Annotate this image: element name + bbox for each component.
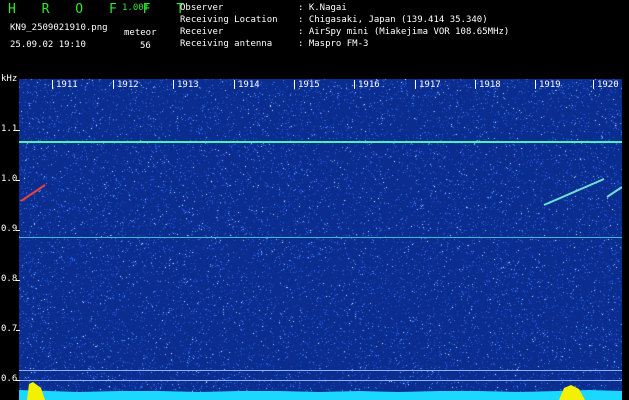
- y-tick-label: 0.8: [1, 274, 18, 284]
- x-tick-mark: [593, 80, 594, 89]
- x-tick-mark: [354, 80, 355, 89]
- info-receiver: Receiver : AirSpy mini (Miakejima VOR 108…: [180, 27, 509, 37]
- signal-level-strip: [19, 390, 622, 400]
- y-tick-mark: [16, 330, 20, 331]
- x-tick-label: 1918: [479, 80, 501, 90]
- grid-line-bottom: [19, 380, 622, 381]
- y-tick-mark: [16, 130, 20, 131]
- x-tick-mark: [113, 80, 114, 89]
- info-key: Receiving antenna: [180, 39, 273, 49]
- x-tick-label: 1912: [117, 80, 139, 90]
- info-value: : K.Nagai: [298, 3, 347, 13]
- y-tick-label: 0.6: [1, 374, 18, 384]
- x-tick-label: 1911: [56, 80, 78, 90]
- carrier-line-lower: [19, 237, 622, 238]
- info-key: Observer: [180, 3, 224, 13]
- y-tick-mark: [16, 380, 20, 381]
- x-tick-label: 1919: [539, 80, 561, 90]
- y-tick-label: 0.7: [1, 324, 18, 334]
- y-tick-mark: [16, 180, 20, 181]
- y-tick-label: 0.9: [1, 224, 18, 234]
- info-value: : AirSpy mini (Miakejima VOR 108.65MHz): [298, 27, 510, 37]
- info-value: : Chigasaki, Japan (139.414 35.340): [298, 15, 488, 25]
- spectrogram-overlay: [19, 141, 622, 400]
- file-name: KN9_2509021910.png: [10, 23, 108, 33]
- x-tick-label: 1915: [298, 80, 320, 90]
- y-tick-mark: [16, 280, 20, 281]
- meteor-label: meteor: [124, 28, 157, 38]
- meteor-count: 56: [140, 41, 151, 51]
- x-tick-label: 1914: [238, 80, 260, 90]
- x-tick-mark: [173, 80, 174, 89]
- grid-line-low: [19, 370, 622, 371]
- x-tick-label: 1920: [597, 80, 619, 90]
- y-tick-label: 1.1: [1, 124, 18, 134]
- x-tick-mark: [52, 80, 53, 89]
- meteor-trace-right: [543, 178, 605, 206]
- y-tick-label: 1.0: [1, 174, 18, 184]
- version-label: 1.00f: [122, 3, 150, 13]
- x-tick-mark: [234, 80, 235, 89]
- x-tick-mark: [475, 80, 476, 89]
- carrier-line-upper: [19, 141, 622, 143]
- x-tick-label: 1913: [177, 80, 199, 90]
- info-location: Receiving Location : Chigasaki, Japan (13…: [180, 15, 488, 25]
- y-tick-mark: [16, 230, 20, 231]
- info-value: : Maspro FM-3: [298, 39, 369, 49]
- app-title: H R O F F T: [8, 2, 194, 17]
- info-observer: Observer : K.Nagai: [180, 3, 347, 13]
- x-tick-mark: [415, 80, 416, 89]
- info-antenna: Receiving antenna : Maspro FM-3: [180, 39, 368, 49]
- capture-datetime: 25.09.02 19:10: [10, 40, 86, 50]
- info-key: Receiver: [180, 27, 224, 37]
- info-key: Receiving Location: [180, 15, 278, 25]
- x-tick-label: 1917: [419, 80, 441, 90]
- meteor-trace-edge: [606, 186, 622, 198]
- x-tick-label: 1916: [358, 80, 380, 90]
- spectrogram-plot: [19, 79, 622, 400]
- x-tick-mark: [535, 80, 536, 89]
- meteor-trace-left: [20, 184, 46, 202]
- y-axis-unit: kHz: [1, 74, 18, 84]
- x-tick-mark: [294, 80, 295, 89]
